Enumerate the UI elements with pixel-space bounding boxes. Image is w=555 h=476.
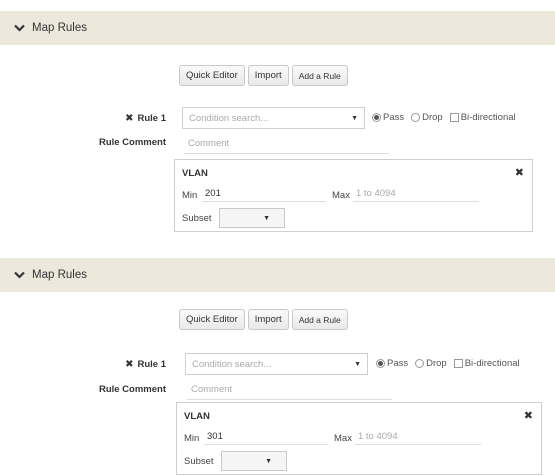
rule-comment-label: Rule Comment <box>98 384 166 395</box>
min-input[interactable]: 301 <box>204 431 328 445</box>
drop-radio[interactable] <box>415 359 425 368</box>
condition-search-input[interactable]: Condition search... ▼ <box>182 107 365 129</box>
map-rules-section-2: Map Rules Quick Editor Import Add a Rule… <box>0 238 555 476</box>
drop-option[interactable]: Drop <box>415 358 447 369</box>
max-input[interactable]: 1 to 4094 <box>353 188 479 202</box>
rule-action-options: Pass Drop Bi-directional <box>376 358 525 369</box>
pass-radio[interactable] <box>372 113 381 122</box>
rule-name: Rule 1 <box>137 113 166 124</box>
bidirectional-option[interactable]: Bi-directional <box>449 112 516 123</box>
close-icon[interactable]: ✖ <box>524 409 533 422</box>
chevron-down-icon[interactable] <box>14 269 26 281</box>
caret-down-icon: ▼ <box>263 214 270 222</box>
close-icon[interactable]: ✖ <box>515 166 524 179</box>
rule-comment-input[interactable]: Comment <box>187 380 392 400</box>
caret-down-icon: ▼ <box>265 457 272 465</box>
rule-name: Rule 1 <box>137 359 166 370</box>
bidirectional-checkbox[interactable] <box>449 113 459 122</box>
max-label: Max <box>334 433 352 444</box>
quick-editor-button[interactable]: Quick Editor <box>179 309 245 330</box>
section-header[interactable]: Map Rules <box>0 258 555 292</box>
max-input[interactable]: 1 to 4094 <box>355 431 481 445</box>
min-input[interactable]: 201 <box>202 188 326 202</box>
drop-label: Drop <box>426 358 447 369</box>
subset-select[interactable]: ▼ <box>219 208 285 228</box>
section-title: Map Rules <box>32 22 87 34</box>
import-button[interactable]: Import <box>247 309 289 330</box>
chevron-down-icon[interactable] <box>14 22 26 34</box>
condition-title: VLAN <box>184 411 210 422</box>
drop-label: Drop <box>422 112 443 123</box>
bidirectional-option[interactable]: Bi-directional <box>453 358 520 369</box>
caret-down-icon[interactable]: ▼ <box>354 361 361 368</box>
bidirectional-checkbox[interactable] <box>453 359 463 368</box>
pass-option[interactable]: Pass <box>372 112 404 123</box>
condition-title: VLAN <box>182 168 208 179</box>
rule-comment-label: Rule Comment <box>98 137 166 148</box>
pass-label: Pass <box>387 358 409 369</box>
close-icon[interactable]: ✖ <box>125 359 133 370</box>
add-rule-button[interactable]: Add a Rule <box>291 309 348 330</box>
quick-editor-button[interactable]: Quick Editor <box>179 65 245 86</box>
subset-label: Subset <box>184 456 214 467</box>
caret-down-icon[interactable]: ▼ <box>351 115 358 122</box>
bidirectional-label: Bi-directional <box>464 358 520 369</box>
pass-option[interactable]: Pass <box>376 358 408 369</box>
condition-search-placeholder: Condition search... <box>192 358 272 370</box>
subset-label: Subset <box>182 213 212 224</box>
section-title: Map Rules <box>32 269 87 281</box>
vlan-condition-card: VLAN ✖ Min 301 Max 1 to 4094 Subset ▼ <box>176 402 542 475</box>
drop-radio[interactable] <box>411 113 421 122</box>
condition-search-placeholder: Condition search... <box>189 112 269 124</box>
import-button[interactable]: Import <box>247 65 289 86</box>
close-icon[interactable]: ✖ <box>125 113 133 124</box>
rule-toolbar: Quick Editor Import Add a Rule <box>179 309 348 330</box>
section-header[interactable]: Map Rules <box>0 11 555 45</box>
bidirectional-label: Bi-directional <box>460 112 516 123</box>
pass-radio[interactable] <box>376 359 385 368</box>
condition-search-input[interactable]: Condition search... ▼ <box>185 353 368 375</box>
pass-label: Pass <box>383 112 405 123</box>
max-label: Max <box>332 190 350 201</box>
subset-select[interactable]: ▼ <box>221 451 287 471</box>
vlan-condition-card: VLAN ✖ Min 201 Max 1 to 4094 Subset ▼ <box>174 159 533 232</box>
rule-action-options: Pass Drop Bi-directional <box>372 112 521 123</box>
rule-label: ✖ Rule 1 <box>125 113 166 124</box>
map-rules-section-1: Map Rules Quick Editor Import Add a Rule… <box>0 0 555 238</box>
min-label: Min <box>182 190 198 201</box>
rule-comment-input[interactable]: Comment <box>184 134 389 154</box>
rule-label: ✖ Rule 1 <box>125 359 166 370</box>
min-label: Min <box>184 433 200 444</box>
rule-toolbar: Quick Editor Import Add a Rule <box>179 65 348 86</box>
drop-option[interactable]: Drop <box>411 112 443 123</box>
add-rule-button[interactable]: Add a Rule <box>291 65 348 86</box>
